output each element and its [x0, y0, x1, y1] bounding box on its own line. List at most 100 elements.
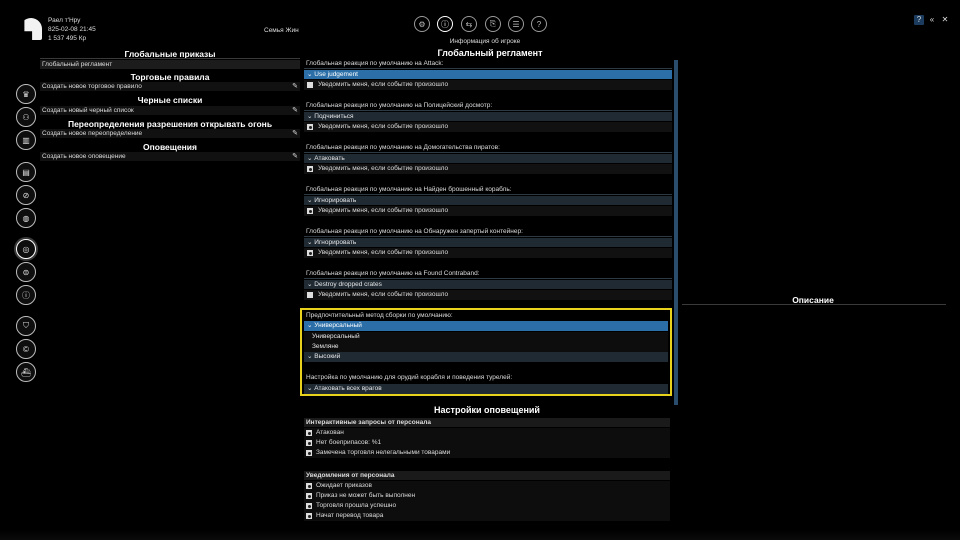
ship-icon[interactable]: ⛴	[16, 362, 36, 382]
gear-icon[interactable]: ⚙	[414, 16, 430, 32]
checkbox[interactable]	[306, 503, 312, 509]
checkbox[interactable]	[306, 493, 312, 499]
create-override-row[interactable]: Создать новое переопределение ✎	[40, 129, 300, 138]
globe-icon[interactable]: ◍	[16, 208, 36, 228]
trade-rules-title: Торговые правила	[130, 72, 210, 82]
attack-reaction-label: Глобальная реакция по умолчанию на Attac…	[306, 60, 444, 67]
crown-icon[interactable]: ♛	[16, 84, 36, 104]
shield-icon[interactable]: ⛉	[16, 316, 36, 336]
faction-name: Семья Жин	[264, 27, 299, 34]
abandoned-ship-reaction-dropdown[interactable]: ⌄ Игнорировать	[304, 196, 672, 205]
active-tab-label: Информация об игроке	[449, 38, 521, 45]
compass-icon[interactable]: ⊘	[16, 185, 36, 205]
notification-label: Начат перевод товара	[316, 512, 384, 519]
info-icon[interactable]: ⓘ	[16, 285, 36, 305]
notification-row[interactable]: Ожидает приказов	[304, 481, 670, 491]
checkbox[interactable]	[307, 82, 313, 88]
transfer-icon[interactable]: ⇆	[461, 16, 477, 32]
notification-row[interactable]: Приказ не может быть выполнен	[304, 491, 670, 501]
checkbox[interactable]	[307, 208, 313, 214]
create-alert-label: Создать новое оповещение	[42, 153, 126, 160]
help-button[interactable]: ?	[914, 15, 924, 25]
locked-container-reaction-label: Глобальная реакция по умолчанию на Обнар…	[306, 228, 523, 235]
chart-icon[interactable]: ▥	[16, 130, 36, 150]
notification-label: Ожидает приказов	[316, 482, 372, 489]
assembly-option[interactable]: Земляне	[304, 342, 668, 352]
assembly-option[interactable]: ⌄ Высокий	[304, 352, 668, 362]
notify-label: Уведомить меня, если событие произошло	[318, 207, 449, 214]
database-icon[interactable]: ☰	[508, 16, 524, 32]
notify-checkbox-row[interactable]: Уведомить меня, если событие произошло	[304, 122, 672, 132]
assembly-method-dropdown[interactable]: ⌄ Универсальный	[304, 321, 668, 331]
pencil-icon[interactable]: ✎	[292, 82, 298, 91]
contraband-reaction-dropdown[interactable]: ⌄ Destroy dropped crates	[304, 280, 672, 289]
collapse-button[interactable]: «	[927, 15, 937, 25]
pencil-icon[interactable]: ✎	[292, 129, 298, 138]
create-blacklist-label: Создать новый черный список	[42, 107, 134, 114]
notification-label: Приказ не может быть выполнен	[316, 492, 416, 499]
help-icon[interactable]: ?	[531, 16, 547, 32]
divider	[304, 68, 672, 69]
dropdown-value: Универсальный	[314, 322, 362, 329]
create-blacklist-row[interactable]: Создать новый черный список ✎	[40, 106, 300, 115]
dropdown-value: Атаковать	[314, 155, 345, 162]
notify-label: Уведомить меня, если событие произошло	[318, 291, 449, 298]
checkbox[interactable]	[307, 292, 313, 298]
checkbox[interactable]	[306, 513, 312, 519]
divider	[304, 110, 672, 111]
badge-icon[interactable]: ⊜	[16, 262, 36, 282]
people-icon[interactable]: ⚇	[16, 107, 36, 127]
notify-checkbox-row[interactable]: Уведомить меня, если событие произошло	[304, 80, 672, 90]
book-icon[interactable]: ▤	[16, 162, 36, 182]
checkbox[interactable]	[306, 450, 312, 456]
notification-label: Торговля прошла успешно	[316, 502, 397, 509]
divider	[304, 236, 672, 237]
notify-label: Уведомить меня, если событие произошло	[318, 165, 449, 172]
archive-icon[interactable]: ⎘	[485, 16, 501, 32]
alerts-title: Оповещения	[143, 142, 197, 152]
player-money: 1 537 495 Кр	[48, 35, 87, 42]
turret-behaviour-dropdown[interactable]: ⌄ Атаковать всех врагов	[304, 384, 668, 394]
notify-checkbox-row[interactable]: Уведомить меня, если событие произошло	[304, 290, 672, 300]
checkbox[interactable]	[307, 166, 313, 172]
police-scan-reaction-label: Глобальная реакция по умолчанию на Полиц…	[306, 102, 493, 109]
global-regulation-item[interactable]: Глобальный регламент	[40, 60, 300, 69]
create-trade-rule-row[interactable]: Создать новое торговое правило ✎	[40, 82, 300, 91]
coin-icon[interactable]: ©	[16, 339, 36, 359]
dropdown-value: Игнорировать	[314, 197, 357, 204]
checkbox[interactable]	[307, 250, 313, 256]
target-icon[interactable]: ◎	[16, 239, 36, 259]
create-trade-rule-label: Создать новое торговое правило	[42, 83, 142, 90]
assembly-option[interactable]: Универсальный	[304, 332, 668, 342]
info-icon[interactable]: ⓘ	[437, 16, 453, 32]
player-name: Раел т'Нру	[48, 17, 81, 24]
notify-checkbox-row[interactable]: Уведомить меня, если событие произошло	[304, 164, 672, 174]
dropdown-value: Атаковать всех врагов	[314, 385, 382, 392]
notify-label: Уведомить меня, если событие произошло	[318, 123, 449, 130]
notification-row[interactable]: Замечена торговля нелегальными товарами	[304, 448, 670, 458]
pirate-harass-reaction-label: Глобальная реакция по умолчанию на Домог…	[306, 144, 500, 151]
close-button[interactable]: ✕	[940, 15, 950, 25]
checkbox[interactable]	[306, 430, 312, 436]
notification-row[interactable]: Начат перевод товара	[304, 511, 670, 521]
notify-checkbox-row[interactable]: Уведомить меня, если событие произошло	[304, 248, 672, 258]
divider	[304, 278, 672, 279]
notification-row[interactable]: Торговля прошла успешно	[304, 501, 670, 511]
checkbox[interactable]	[306, 483, 312, 489]
create-alert-row[interactable]: Создать новое оповещение ✎	[40, 152, 300, 161]
pirate-harass-reaction-dropdown[interactable]: ⌄ Атаковать	[304, 154, 672, 163]
pencil-icon[interactable]: ✎	[292, 106, 298, 115]
police-scan-reaction-dropdown[interactable]: ⌄ Подчиниться	[304, 112, 672, 121]
pencil-icon[interactable]: ✎	[292, 152, 298, 161]
locked-container-reaction-dropdown[interactable]: ⌄ Игнорировать	[304, 238, 672, 247]
checkbox[interactable]	[307, 124, 313, 130]
divider	[682, 304, 946, 305]
notification-row[interactable]: Нет боеприпасов: %1	[304, 438, 670, 448]
notification-label: Атакован	[316, 429, 344, 436]
checkbox[interactable]	[306, 440, 312, 446]
notification-row[interactable]: Атакован	[304, 428, 670, 438]
scrollbar-thumb[interactable]	[674, 60, 678, 405]
attack-reaction-dropdown[interactable]: ⌄ Use judgement	[304, 70, 672, 79]
contraband-reaction-label: Глобальная реакция по умолчанию на Found…	[306, 270, 480, 277]
notify-checkbox-row[interactable]: Уведомить меня, если событие произошло	[304, 206, 672, 216]
